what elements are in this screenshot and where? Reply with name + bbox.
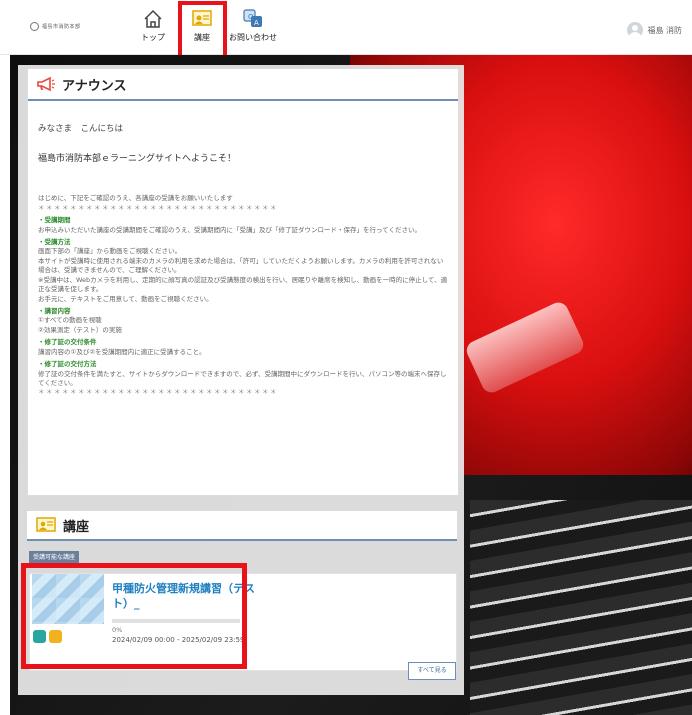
section-title-content: ・講習内容 (38, 307, 71, 315)
divider-stars: ＊＊＊＊＊＊＊＊＊＊＊＊＊＊＊＊＊＊＊＊＊＊＊＊＊＊＊＊＊＊ (38, 203, 278, 212)
nav-home-label: トップ (141, 33, 165, 42)
section-text-method-2: 本サイトが受講時に使用される端末のカメラの利用を求めた場合は、「許可」していただ… (38, 256, 444, 275)
courses-header: 講座 (27, 511, 457, 541)
left-margin (0, 55, 10, 715)
section-text-delivery: 修了証の交付条件を満たすと、サイトからダウンロードできますので、必ず、受講期間中… (38, 369, 447, 387)
nav-contact-label: お問い合わせ (229, 33, 277, 42)
user-menu[interactable]: 福島 消防 (627, 22, 682, 38)
courses-title: 講座 (63, 519, 90, 535)
logo-text: 福島市消防本部 (42, 24, 81, 30)
svg-text:A: A (254, 19, 259, 27)
welcome-text: 福島市消防本部ｅラーニングサイトへようこそ！ (38, 154, 237, 165)
divider-stars-end: ＊＊＊＊＊＊＊＊＊＊＊＊＊＊＊＊＊＊＊＊＊＊＊＊＊＊＊＊＊＊ (38, 388, 278, 397)
announcement-body: みなさま こんにちは 福島市消防本部ｅラーニングサイトへようこそ！ はじめに、下… (28, 101, 458, 406)
course-highlight-box (21, 563, 247, 669)
section-text-method-4: お手元に、テキストをご用意して、動画をご視聴ください。 (38, 294, 213, 303)
logo-emblem-icon (30, 22, 39, 31)
user-name: 福島 消防 (647, 25, 682, 35)
intro-text: はじめに、下記をご確認のうえ、各講座の受講をお願いいたします (38, 194, 233, 203)
course-board-icon (36, 517, 56, 532)
announcement-header: アナウンス (28, 69, 458, 101)
section-title-delivery: ・修了証の交付方法 (38, 360, 97, 369)
greeting-text: みなさま こんにちは (38, 124, 124, 134)
section-text-condition: 講習内容の①及び②を受講期間内に適正に受講すること。 (38, 347, 206, 356)
content-item-2: ②効果測定（テスト）の実施 (38, 325, 122, 334)
megaphone-icon (37, 76, 55, 92)
fire-truck-grille (470, 500, 692, 715)
top-header: 福島市消防本部 トップ 講座 Q A お問い合わせ 福島 消防 (0, 0, 692, 55)
nav-course-highlight-box (178, 1, 227, 59)
section-text-method-1: 画面下部の「講座」から動画をご視聴ください。 (38, 247, 181, 256)
user-avatar-icon (627, 22, 644, 38)
see-all-button[interactable]: すべて見る (408, 662, 456, 680)
contact-icon: Q A (243, 9, 262, 27)
announcement-card: アナウンス みなさま こんにちは 福島市消防本部ｅラーニングサイトへようこそ！ … (27, 68, 459, 496)
announcement-title: アナウンス (62, 78, 127, 94)
section-text-method-3: ※受講中は、Webカメラを利用し、定期的に顔写真の認証及び受講態度の検出を行い、… (38, 275, 448, 294)
home-icon (144, 9, 162, 28)
section-title-period: ・受講期間 (38, 216, 71, 225)
nav-contact[interactable]: Q A お問い合わせ (228, 8, 278, 43)
section-title-condition: ・修了証の交付条件 (38, 338, 97, 347)
nav-home[interactable]: トップ (138, 8, 168, 43)
section-text-period: お申込みいただいた講座の受講期間をご確認のうえ、受講期間内に「受講」及び「修了証… (38, 225, 421, 234)
content-item-1: ①すべての動画を視聴 (38, 316, 102, 325)
site-logo[interactable]: 福島市消防本部 (30, 22, 81, 31)
